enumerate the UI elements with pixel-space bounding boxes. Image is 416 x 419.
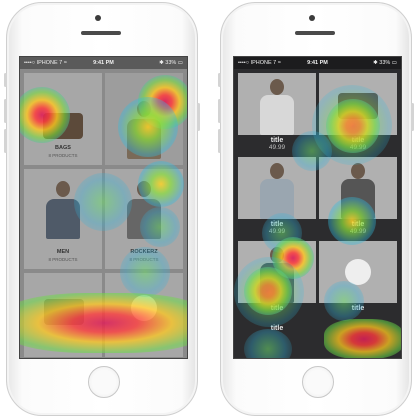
product-title: title xyxy=(270,305,284,312)
bag-image xyxy=(43,113,83,139)
category-tile-bags[interactable]: BAGS 8 PRODUCTS xyxy=(24,73,102,165)
product-title: title xyxy=(351,137,365,144)
volume-down-button xyxy=(218,129,221,153)
product-card[interactable]: title xyxy=(238,323,316,332)
home-button[interactable] xyxy=(88,366,120,398)
mute-switch xyxy=(218,73,221,87)
product-title: title xyxy=(270,325,284,332)
product-title: title xyxy=(351,305,365,312)
carrier-label: ••••○ IPHONE 7 ≈ xyxy=(238,60,281,66)
screen-category-view: ••••○ IPHONE 7 ≈ 9:41 PM ✱ 33% ▭ BAGS 8 … xyxy=(19,56,188,359)
category-tile-rockerz[interactable]: ROCKERZ 8 PRODUCTS xyxy=(105,169,183,269)
product-image xyxy=(238,157,316,219)
skull-graphic xyxy=(345,259,371,285)
product-image xyxy=(319,241,397,303)
product-image xyxy=(238,241,316,303)
phone-left: ••••○ IPHONE 7 ≈ 9:41 PM ✱ 33% ▭ BAGS 8 … xyxy=(4,2,200,416)
product-card[interactable]: title xyxy=(319,241,397,312)
product-price: 49.99 xyxy=(349,228,367,235)
model-body xyxy=(127,199,161,239)
carrier-label: ••••○ IPHONE 7 ≈ xyxy=(24,60,67,66)
model-head xyxy=(56,181,70,197)
battery-indicator: ✱ 33% ▭ xyxy=(373,60,397,66)
front-camera xyxy=(309,15,315,21)
mute-switch xyxy=(4,73,7,87)
product-image xyxy=(238,73,316,135)
product-card[interactable]: title xyxy=(238,241,316,312)
front-camera xyxy=(95,15,101,21)
category-label: ROCKERZ 8 PRODUCTS xyxy=(129,249,159,262)
status-bar: ••••○ IPHONE 7 ≈ 9:41 PM ✱ 33% ▭ xyxy=(20,57,187,69)
category-tile-bottom-left[interactable] xyxy=(24,273,102,357)
product-image xyxy=(319,73,397,135)
product-title: title xyxy=(270,221,284,228)
category-tile-men[interactable]: MEN 8 PRODUCTS xyxy=(24,169,102,269)
product-card[interactable]: title 49.99 xyxy=(319,73,397,151)
category-tile-top-right[interactable] xyxy=(105,73,183,165)
status-bar: ••••○ IPHONE 7 ≈ 9:41 PM ✱ 33% ▭ xyxy=(234,57,401,69)
category-tile-bottom-right[interactable] xyxy=(105,273,183,357)
skull-graphic xyxy=(131,295,157,321)
product-image xyxy=(319,157,397,219)
earpiece-speaker xyxy=(81,31,121,35)
product-image xyxy=(44,299,84,325)
volume-up-button xyxy=(4,99,7,123)
model-head xyxy=(137,101,151,117)
product-title: title xyxy=(270,137,284,144)
volume-down-button xyxy=(4,129,7,153)
category-label: MEN 8 PRODUCTS xyxy=(48,249,78,262)
category-label: BAGS 8 PRODUCTS xyxy=(48,145,78,158)
product-price: 49.99 xyxy=(349,144,367,151)
battery-indicator: ✱ 33% ▭ xyxy=(159,60,183,66)
phone-right: ••••○ IPHONE 7 ≈ 9:41 PM ✱ 33% ▭ title 4… xyxy=(218,2,414,416)
model-head xyxy=(137,181,151,197)
product-price: 49.99 xyxy=(268,228,286,235)
model-body xyxy=(46,199,80,239)
heatmap-band xyxy=(324,319,401,358)
model-body xyxy=(127,119,161,159)
screen-product-grid: ••••○ IPHONE 7 ≈ 9:41 PM ✱ 33% ▭ title 4… xyxy=(233,56,402,359)
volume-up-button xyxy=(218,99,221,123)
product-card[interactable]: title 49.99 xyxy=(238,157,316,235)
earpiece-speaker xyxy=(295,31,335,35)
product-title: title xyxy=(351,221,365,228)
clock: 9:41 PM xyxy=(307,60,328,66)
power-button xyxy=(411,103,414,131)
product-price: 49.99 xyxy=(268,144,286,151)
heatmap-hotspot xyxy=(244,329,292,358)
product-card[interactable]: title 49.99 xyxy=(319,157,397,235)
power-button xyxy=(197,103,200,131)
home-button[interactable] xyxy=(302,366,334,398)
clock: 9:41 PM xyxy=(93,60,114,66)
product-card[interactable] xyxy=(319,323,397,325)
product-card[interactable]: title 49.99 xyxy=(238,73,316,151)
